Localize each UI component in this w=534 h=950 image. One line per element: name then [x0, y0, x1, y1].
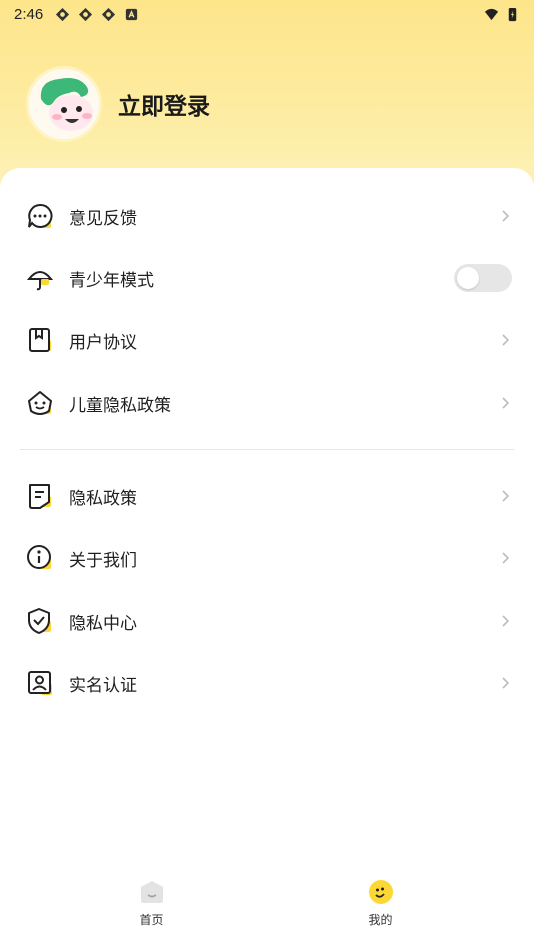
- menu-item-label: 实名认证: [69, 675, 137, 696]
- feedback-chat-icon: [28, 203, 53, 228]
- system-icons: [484, 7, 520, 22]
- umbrella-icon: [26, 271, 54, 291]
- menu-item-label: 意见反馈: [69, 208, 137, 229]
- status-bar: 2:46: [0, 0, 534, 28]
- menu-item-about-us[interactable]: 关于我们: [0, 527, 534, 589]
- app-notification-icon: [102, 7, 116, 21]
- menu-item-label: 隐私政策: [69, 488, 137, 509]
- chevron-right-icon: [502, 677, 510, 689]
- menu-item-label: 儿童隐私政策: [69, 395, 171, 416]
- menu-item-feedback[interactable]: 意见反馈: [0, 185, 534, 247]
- chevron-right-icon: [502, 397, 510, 409]
- battery-icon: [508, 7, 517, 21]
- menu-item-privacy-center[interactable]: 隐私中心: [0, 590, 534, 652]
- keyboard-a-icon: [126, 8, 138, 20]
- chevron-right-icon: [502, 334, 510, 346]
- chevron-right-icon: [502, 615, 510, 627]
- notification-icons: [55, 7, 139, 22]
- toggle-knob: [457, 267, 479, 289]
- chevron-right-icon: [502, 490, 510, 502]
- smiley-icon: [368, 880, 393, 904]
- bottom-nav: 首页 我的: [0, 868, 534, 950]
- avatar-character-icon: [29, 69, 99, 139]
- section-divider: [20, 449, 514, 450]
- shield-check-icon: [28, 608, 51, 634]
- menu-item-real-name-auth[interactable]: 实名认证: [0, 652, 534, 714]
- menu-item-label: 青少年模式: [69, 270, 154, 291]
- menu-item-child-privacy[interactable]: 儿童隐私政策: [0, 372, 534, 434]
- app-notification-icon: [79, 7, 93, 21]
- menu-card: 意见反馈 青少年模式 用户协议 儿童隐私政策 隐私政策 关于我们 隐私中心 实名…: [0, 168, 534, 868]
- menu-item-privacy-policy[interactable]: 隐私政策: [0, 465, 534, 527]
- nav-label: 我的: [368, 913, 393, 927]
- document-icon: [29, 484, 51, 509]
- login-button[interactable]: 立即登录: [118, 87, 210, 121]
- nav-tab-home[interactable]: 首页: [18, 868, 285, 950]
- chevron-right-icon: [502, 552, 510, 564]
- book-icon: [29, 328, 51, 352]
- teen-mode-toggle[interactable]: [454, 264, 512, 292]
- home-icon: [140, 881, 163, 903]
- menu-item-label: 隐私中心: [69, 613, 137, 634]
- child-face-icon: [28, 391, 52, 415]
- info-icon: [27, 545, 51, 569]
- chevron-right-icon: [502, 210, 510, 222]
- menu-item-label: 关于我们: [69, 550, 137, 571]
- id-card-icon: [28, 671, 52, 695]
- profile-header[interactable]: 立即登录: [26, 66, 210, 142]
- avatar[interactable]: [26, 66, 102, 142]
- menu-item-user-agreement[interactable]: 用户协议: [0, 309, 534, 371]
- menu-item-teen-mode: 青少年模式: [0, 247, 534, 309]
- status-time: 2:46: [14, 5, 44, 23]
- menu-item-label: 用户协议: [69, 332, 137, 353]
- nav-label: 首页: [139, 913, 164, 927]
- wifi-icon: [484, 8, 499, 20]
- nav-tab-mine[interactable]: 我的: [247, 868, 514, 950]
- app-notification-icon: [56, 7, 70, 21]
